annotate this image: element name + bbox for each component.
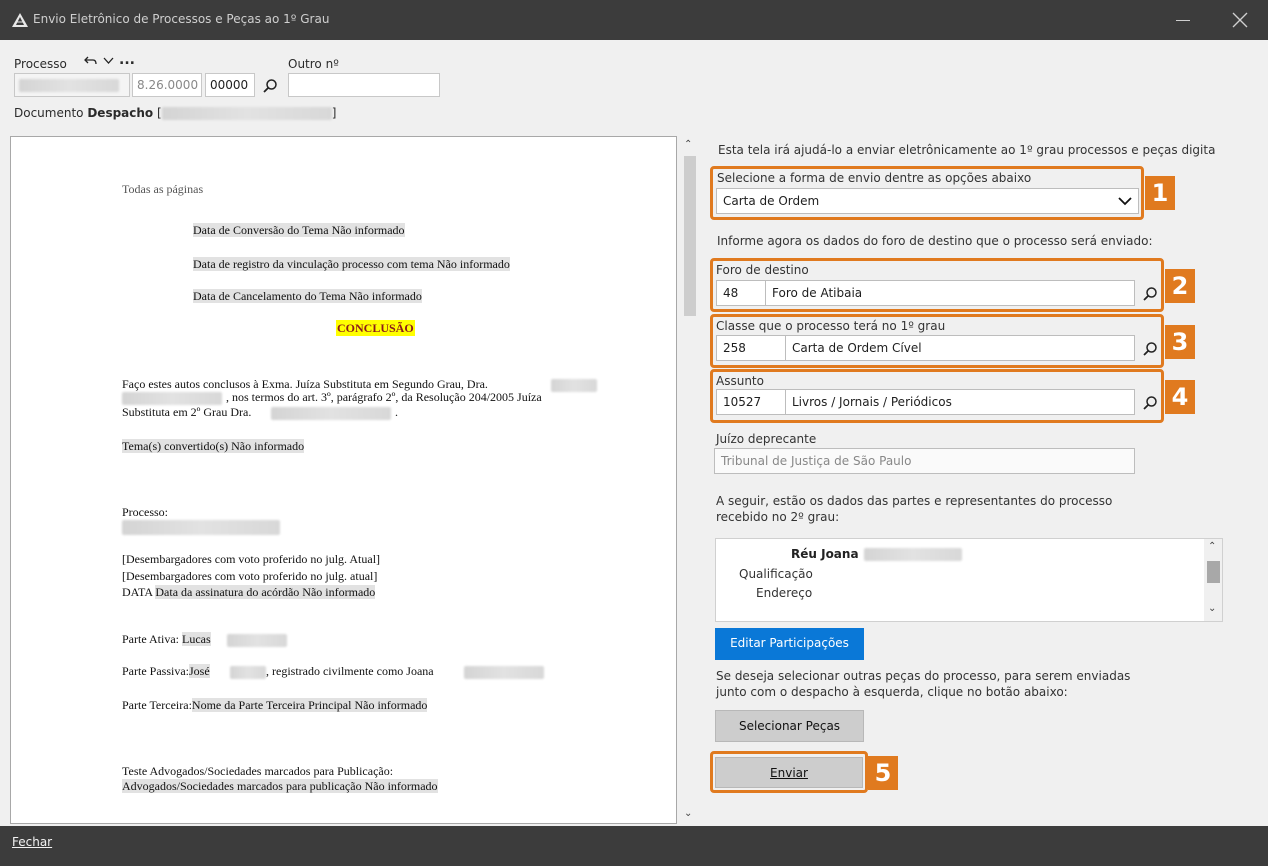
juizo-label: Juízo deprecante xyxy=(716,432,817,446)
doc-data-prefix: DATA xyxy=(122,585,156,599)
doc-line-faco3-end: . xyxy=(395,405,398,419)
search-icon[interactable] xyxy=(262,78,278,94)
documento-row: Documento Despacho [] xyxy=(14,106,336,120)
search-icon[interactable] xyxy=(1142,341,1158,357)
scroll-up-icon[interactable]: ⌃ xyxy=(684,139,692,150)
enviar-button[interactable]: Enviar xyxy=(715,757,863,788)
app-logo-icon xyxy=(12,13,28,27)
classe-name-input[interactable]: Carta de Ordem Cível xyxy=(785,335,1135,361)
outro-numero-input[interactable] xyxy=(288,73,440,97)
title-bar: Envio Eletrônico de Processos e Peças ao… xyxy=(0,0,1268,40)
callout-number-3: 3 xyxy=(1165,325,1195,359)
close-window-button[interactable] xyxy=(1220,0,1260,40)
forma-envio-label: Selecione a forma de envio dentre as opç… xyxy=(717,171,1032,185)
selecionar-pecas-button[interactable]: Selecionar Peças xyxy=(715,710,864,742)
close-icon xyxy=(1232,12,1248,28)
outro-label: Outro nº xyxy=(288,57,339,71)
footer-bar: Fechar xyxy=(0,826,1268,866)
scrollbar-thumb[interactable] xyxy=(684,156,696,316)
doc-passiva-mid: , registrado civilmente como Joana xyxy=(266,664,434,678)
pecas-intro-line1: Se deseja selecionar outras peças do pro… xyxy=(716,669,1131,683)
pecas-intro-line2: junto com o despacho à esquerda, clique … xyxy=(716,685,1068,699)
search-icon[interactable] xyxy=(1142,395,1158,411)
doc-line-data: DATA Data da assinatura do acórdão Não i… xyxy=(122,585,376,599)
qualificacao-label: Qualificação xyxy=(739,567,813,581)
doc-terceira-prefix: Parte Terceira: xyxy=(122,698,192,712)
form-intro: Esta tela irá ajudá-lo a enviar eletrôni… xyxy=(718,143,1216,157)
scrollbar-thumb[interactable] xyxy=(1207,561,1220,583)
doc-line-tema: Tema(s) convertido(s) Não informado xyxy=(122,439,305,453)
documento-bracket-close: ] xyxy=(331,106,337,120)
scroll-down-icon[interactable]: ⌄ xyxy=(684,808,692,819)
doc-passiva-value: José xyxy=(189,664,210,678)
doc-line-advs: Advogados/Sociedades marcados para publi… xyxy=(122,779,438,793)
doc-line-teste: Teste Advogados/Sociedades marcados para… xyxy=(122,764,394,778)
callout-number-4: 4 xyxy=(1165,380,1195,414)
forma-envio-select[interactable]: Carta de Ordem xyxy=(716,188,1139,214)
doc-line-faco2: , nos termos do art. 3º, parágrafo 2º, d… xyxy=(226,390,542,404)
back-arrow-icon[interactable] xyxy=(84,55,97,67)
classe-label: Classe que o processo terá no 1º grau xyxy=(716,319,946,333)
documento-type: Despacho xyxy=(87,106,154,120)
minimize-button[interactable] xyxy=(1166,0,1200,40)
doc-line-desemb2: [Desembargadores com voto proferido no j… xyxy=(122,569,378,583)
doc-line-processo: Processo: xyxy=(122,505,168,519)
search-icon[interactable] xyxy=(1142,286,1158,302)
doc-line-desemb1: [Desembargadores com voto proferido no j… xyxy=(122,552,381,566)
editar-participacoes-button[interactable]: Editar Participações xyxy=(715,628,864,660)
doc-line-ativa: Parte Ativa: Lucas xyxy=(122,632,211,646)
partes-scrollbar[interactable]: ⌃ ⌄ xyxy=(1204,539,1222,621)
doc-line-terceira: Parte Terceira:Nome da Parte Terceira Pr… xyxy=(122,698,428,712)
chevron-down-icon xyxy=(1118,197,1132,206)
foro-code-input[interactable]: 48 xyxy=(716,280,766,306)
processo-segment-field[interactable]: 8.26.0000 xyxy=(132,73,202,97)
doc-line-conversao: Data de Conversão do Tema Não informado xyxy=(193,223,405,237)
scroll-up-icon[interactable]: ⌃ xyxy=(1208,541,1216,552)
document-preview: Todas as páginas Data de Conversão do Te… xyxy=(10,136,677,824)
processo-label: Processo xyxy=(14,57,67,71)
processo-origin-field[interactable]: 00000 xyxy=(205,73,255,97)
doc-heading-conclusao: CONCLUSÃO xyxy=(336,320,415,336)
processo-number-field[interactable] xyxy=(14,73,130,97)
doc-line-registro: Data de registro da vinculação processo … xyxy=(193,257,510,271)
doc-line-faco1: Faço estes autos conclusos à Exma. Juíza… xyxy=(122,377,488,391)
assunto-code-input[interactable]: 10527 xyxy=(716,389,786,415)
endereco-label: Endereço xyxy=(756,586,813,600)
doc-ativa-value: Lucas xyxy=(182,632,211,646)
window-title: Envio Eletrônico de Processos e Peças ao… xyxy=(33,12,330,26)
callout-number-1: 1 xyxy=(1145,176,1175,210)
foro-name-input[interactable]: Foro de Atibaia xyxy=(765,280,1135,306)
doc-data-value: Data da assinatura do acórdão Não inform… xyxy=(155,585,376,599)
reu-name: Réu Joana xyxy=(791,547,859,561)
doc-line-passiva: Parte Passiva:José xyxy=(122,664,210,678)
informe-text: Informe agora os dados do foro de destin… xyxy=(717,234,1153,248)
partes-list[interactable]: Réu Joana Qualificação Endereço ⌃ ⌄ xyxy=(715,538,1223,622)
foro-label: Foro de destino xyxy=(716,263,809,277)
document-scrollbar[interactable]: ⌃ ⌄ xyxy=(679,136,701,824)
scroll-down-icon[interactable]: ⌄ xyxy=(1208,603,1216,614)
partes-intro-line1: A seguir, estão os dados das partes e re… xyxy=(716,494,1113,508)
doc-line-todas: Todas as páginas xyxy=(122,182,204,196)
doc-line-cancelamento: Data de Cancelamento do Tema Não informa… xyxy=(193,289,422,303)
juizo-field: Tribunal de Justiça de São Paulo xyxy=(714,448,1135,474)
chevron-down-icon[interactable] xyxy=(103,56,114,65)
callout-number-2: 2 xyxy=(1165,269,1195,303)
doc-line-faco3: Substituta em 2º Grau Dra. xyxy=(122,405,252,419)
fechar-button[interactable]: Fechar xyxy=(12,835,52,849)
classe-code-input[interactable]: 258 xyxy=(716,335,786,361)
doc-terceira-value: Nome da Parte Terceira Principal Não inf… xyxy=(191,698,428,712)
callout-number-5: 5 xyxy=(868,756,898,790)
assunto-name-input[interactable]: Livros / Jornais / Periódicos xyxy=(785,389,1135,415)
partes-intro-line2: recebido no 2º grau: xyxy=(716,510,840,524)
doc-ativa-prefix: Parte Ativa: xyxy=(122,632,182,646)
doc-passiva-prefix: Parte Passiva: xyxy=(122,664,189,678)
more-options-button[interactable]: ... xyxy=(119,52,135,68)
forma-envio-value: Carta de Ordem xyxy=(723,194,820,208)
documento-label: Documento xyxy=(14,106,84,120)
assunto-label: Assunto xyxy=(716,374,764,388)
